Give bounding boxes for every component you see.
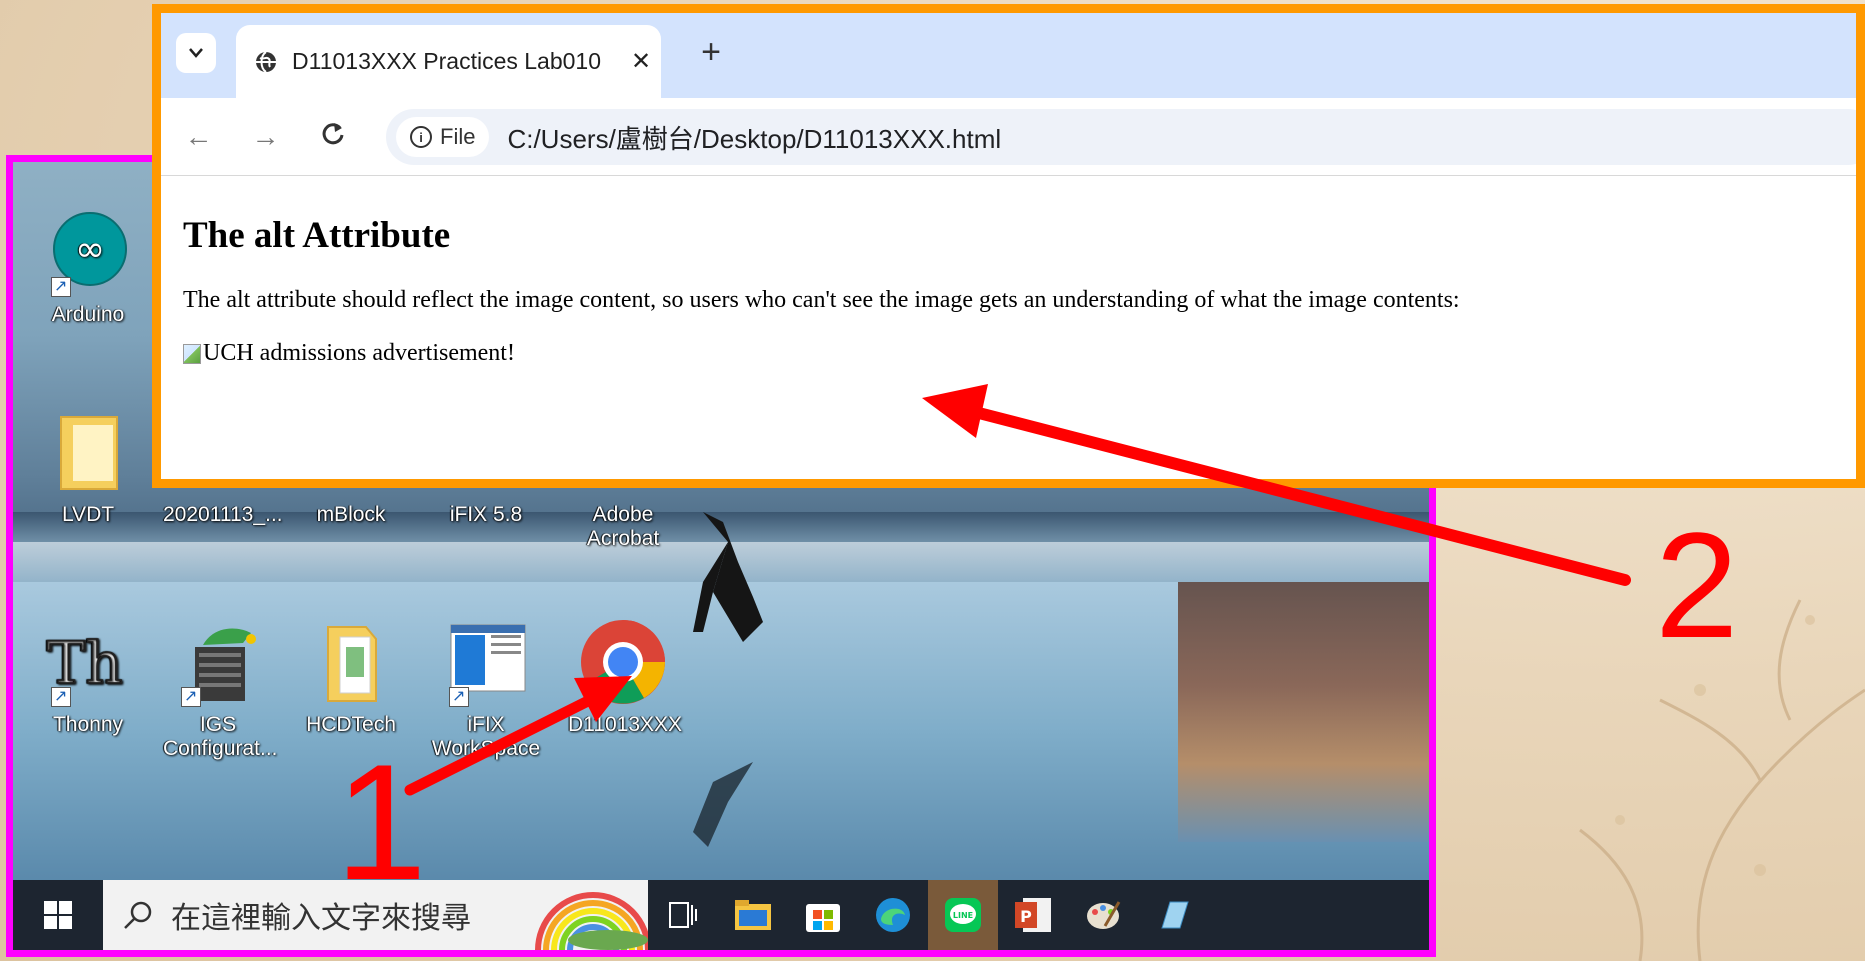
svg-text:∞: ∞ — [75, 229, 105, 270]
windows-icon — [44, 901, 72, 929]
edge-icon — [876, 898, 910, 932]
site-info-label: File — [440, 124, 476, 149]
back-button[interactable]: ← — [171, 121, 226, 153]
image-alt-text: UCH admissions advertisement! — [203, 340, 515, 366]
browser-toolbar: ← → i File C:/Users/盧樹台/Desktop/D11013XX… — [161, 98, 1856, 176]
folder-icon — [735, 900, 771, 930]
browser-tab[interactable]: D11013XXX Practices Lab010 ✕ — [236, 25, 661, 98]
store-icon — [806, 904, 840, 932]
desktop-icon-label: iFIX 5.8 — [449, 503, 523, 526]
desktop-icon-label: Adobe Acrobat — [586, 503, 660, 550]
powerpoint-icon: P — [1015, 898, 1051, 932]
taskbar-paint[interactable] — [1068, 880, 1138, 950]
site-info-chip[interactable]: i File — [396, 117, 490, 157]
taskbar-task-view[interactable] — [648, 880, 718, 950]
desktop-icon-label: LVDT — [61, 503, 115, 526]
desktop-icon-label: mBlock — [316, 503, 386, 526]
desktop-icon-d11013xxx[interactable]: D11013XXX — [568, 617, 682, 737]
search-icon — [124, 901, 152, 929]
new-tab-button[interactable]: + — [691, 33, 731, 72]
ifix-workspace-icon — [441, 617, 531, 709]
tab-strip: D11013XXX Practices Lab010 ✕ + — [161, 13, 1856, 98]
igs-configurator-icon — [173, 617, 263, 709]
reload-button[interactable] — [305, 120, 360, 153]
taskbar-microsoft-store[interactable] — [788, 880, 858, 950]
page-paragraph: The alt attribute should reflect the ima… — [183, 287, 1460, 313]
globe-icon — [256, 50, 276, 73]
svg-text:LINE: LINE — [953, 911, 973, 920]
taskbar-file-explorer[interactable] — [718, 880, 788, 950]
svg-text:P: P — [1020, 907, 1032, 926]
browser-window: D11013XXX Practices Lab010 ✕ + ← → i Fil… — [152, 4, 1865, 488]
thonny-icon: Th — [43, 617, 133, 709]
search-highlight-rainbow-icon — [535, 892, 648, 950]
desktop-icon-label: D11013XXX — [568, 713, 683, 736]
broken-image: UCH admissions advertisement! — [183, 340, 515, 367]
shortcut-arrow-icon — [51, 685, 71, 709]
desktop-icon-arduino[interactable]: ∞ Arduino — [33, 207, 143, 327]
address-bar[interactable]: i File C:/Users/盧樹台/Desktop/D11013XXX.ht… — [386, 109, 1856, 165]
shortcut-arrow-icon — [51, 275, 71, 299]
desktop-icon-hcdtech[interactable]: HCDTech — [296, 617, 406, 737]
desktop-icon-thonny[interactable]: Th Thonny — [33, 617, 143, 737]
taskbar-powerpoint[interactable]: P — [998, 880, 1068, 950]
desktop-icon-label: Arduino — [51, 303, 125, 326]
annotation-number-2: 2 — [1655, 501, 1739, 669]
desktop-icon-label: iFIX WorkSpace — [431, 713, 541, 760]
desktop-icon-ifix-workspace[interactable]: iFIX WorkSpace — [431, 617, 541, 761]
start-button[interactable] — [13, 880, 103, 950]
taskbar-notepad[interactable] — [1138, 880, 1208, 950]
desktop-icon-label: IGS Configurat... — [163, 713, 278, 760]
taskbar-edge[interactable] — [858, 880, 928, 950]
desktop-icon-label: Thonny — [52, 713, 124, 736]
broken-image-icon — [183, 343, 201, 364]
chrome-icon — [578, 617, 668, 707]
forward-button[interactable]: → — [238, 121, 293, 153]
page-heading: The alt Attribute — [183, 215, 451, 256]
info-icon: i — [410, 126, 432, 148]
url-text: C:/Users/盧樹台/Desktop/D11013XXX.html — [507, 123, 1002, 154]
tab-title: D11013XXX Practices Lab010 — [292, 48, 601, 74]
shortcut-arrow-icon — [181, 685, 201, 709]
taskbar: 在這裡輸入文字來搜尋 LINE P — [13, 880, 1429, 950]
line-icon: LINE — [945, 898, 981, 932]
desktop-icon-label: 20201113_... — [163, 503, 283, 526]
desktop-icon-lvdt[interactable]: LVDT — [33, 407, 143, 527]
reflection-dark-area — [1178, 582, 1429, 842]
shortcut-arrow-icon — [449, 685, 469, 709]
notepad-icon — [1161, 901, 1189, 929]
desktop-icon-igs-configurator[interactable]: IGS Configurat... — [163, 617, 277, 761]
page-content: The alt Attribute The alt attribute shou… — [161, 176, 1856, 395]
chevron-down-icon — [189, 48, 203, 58]
tab-search-button[interactable] — [176, 33, 216, 73]
arduino-icon: ∞ — [43, 207, 133, 299]
annotation-number-1: 1 — [335, 730, 427, 914]
folder-icon — [306, 617, 396, 707]
taskbar-line[interactable]: LINE — [928, 880, 998, 950]
tab-close-button[interactable]: ✕ — [621, 47, 661, 76]
paint-palette-icon — [1087, 901, 1121, 929]
reload-icon — [322, 123, 343, 145]
task-view-icon — [669, 902, 697, 928]
folder-icon — [43, 407, 133, 497]
